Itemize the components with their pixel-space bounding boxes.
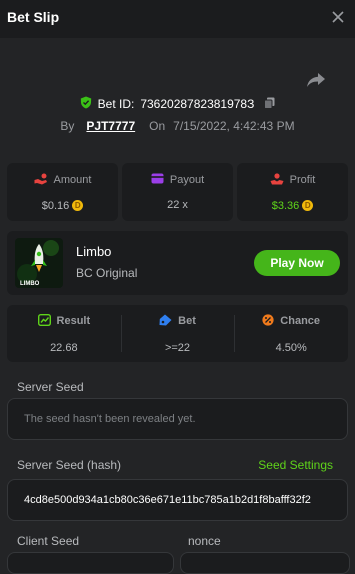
bet-id-row: Bet ID: 7362028782381978З xyxy=(0,96,355,112)
coin-icon: D xyxy=(302,200,314,211)
chance-value: 4.50% xyxy=(275,341,307,354)
server-seed-hash-value: 4cd8e500d934a1cb80c36e671e11bc785a1b2d1f… xyxy=(24,494,311,506)
bet-slip-header: Bet Slip xyxy=(0,0,355,38)
server-seed-placeholder: The seed hasn't been revealed yet. xyxy=(24,413,196,425)
amount-label: Amount xyxy=(53,174,92,186)
seed-settings-link[interactable]: Seed Settings xyxy=(258,458,333,472)
user-link[interactable]: PJT7777 xyxy=(86,119,135,133)
limbo-thumbnail[interactable]: LIMBO xyxy=(15,238,63,288)
bet-cell: Bet >=22 xyxy=(120,305,235,362)
bet-author-row: By PJT7777 On 7/15/2022, 4:42:43 PM xyxy=(0,118,355,134)
close-icon[interactable] xyxy=(329,8,347,26)
server-seed-field[interactable]: The seed hasn't been revealed yet. xyxy=(7,398,348,440)
wallet-icon xyxy=(151,173,164,187)
limbo-logo-text: LIMBO xyxy=(20,281,40,287)
client-seed-field[interactable] xyxy=(7,552,174,574)
game-name: Limbo xyxy=(76,244,112,259)
bet-id-label: Bet ID: xyxy=(97,97,135,111)
copy-icon[interactable] xyxy=(264,97,275,112)
server-seed-label: Server Seed xyxy=(17,380,84,394)
page-title: Bet Slip xyxy=(7,9,60,25)
bet-value: >=22 xyxy=(164,341,191,354)
profit-stat: Profit $3.36 D xyxy=(237,163,348,221)
bet-results: Result 22.68 Bet >=22 Chance 4.50% xyxy=(7,305,348,362)
coin-icon: D xyxy=(72,200,84,211)
client-seed-label: Client Seed xyxy=(17,534,80,548)
game-subtitle: BC Original xyxy=(76,266,138,280)
bet-stats: Amount $0.16 D Payout 22 x Profit $3.36 … xyxy=(7,163,348,221)
chance-label: Chance xyxy=(280,315,321,327)
server-seed-hash-label: Server Seed (hash) xyxy=(17,458,122,472)
payout-label: Payout xyxy=(169,174,205,186)
percent-icon xyxy=(262,313,274,329)
payout-stat: Payout 22 x xyxy=(122,163,233,221)
result-cell: Result 22.68 xyxy=(7,305,121,362)
nonce-field[interactable] xyxy=(180,552,350,574)
profit-label: Profit xyxy=(289,174,316,186)
bet-label: Bet xyxy=(178,315,196,327)
share-icon[interactable] xyxy=(306,72,328,90)
tag-icon xyxy=(159,314,172,329)
bet-datetime: 7/15/2022, 4:42:43 PM xyxy=(173,119,295,133)
play-now-button[interactable]: Play Now xyxy=(254,250,340,276)
profit-value: $3.36 xyxy=(271,199,300,212)
server-seed-hash-field[interactable]: 4cd8e500d934a1cb80c36e671e11bc785a1b2d1f… xyxy=(7,479,348,521)
amount-stat: Amount $0.16 D xyxy=(7,163,118,221)
amount-value: $0.16 xyxy=(41,199,70,212)
amount-icon xyxy=(34,173,48,188)
nonce-label: nonce xyxy=(188,534,221,548)
chance-cell: Chance 4.50% xyxy=(234,305,348,362)
result-label: Result xyxy=(56,315,91,327)
shield-check-icon xyxy=(80,96,92,112)
game-card: LIMBO Limbo BC Original Play Now xyxy=(7,231,348,295)
result-value: 22.68 xyxy=(50,341,78,354)
bet-id-value: 7362028782381978З xyxy=(140,97,255,111)
profit-icon xyxy=(270,172,284,188)
payout-value: 22 x xyxy=(167,199,188,211)
chart-icon xyxy=(37,313,51,329)
by-label: By xyxy=(60,119,75,133)
on-label: On xyxy=(149,119,166,133)
